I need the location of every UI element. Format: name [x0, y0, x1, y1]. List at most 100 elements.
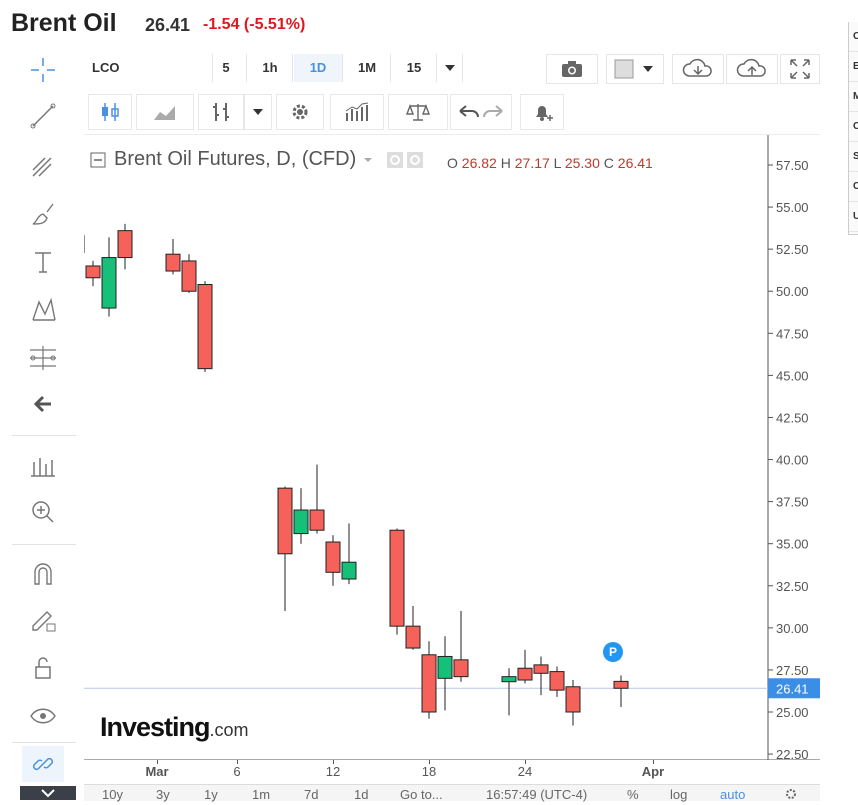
color-picker-button[interactable]: [606, 54, 664, 84]
candle-body: [437, 655, 453, 679]
interval-15[interactable]: 15: [392, 54, 437, 82]
brush-icon[interactable]: [22, 196, 64, 232]
side-table-row[interactable]: S: [849, 142, 858, 172]
x-tick-label: 12: [325, 764, 341, 779]
side-table: C E M C S C U: [848, 22, 858, 235]
trend-line-icon[interactable]: [22, 98, 64, 134]
undo-redo-group: [450, 94, 512, 130]
candle-body: [293, 509, 309, 535]
side-table-row[interactable]: M: [849, 82, 858, 112]
zoom-in-icon[interactable]: [22, 494, 64, 530]
compare-scale-icon[interactable]: [388, 94, 448, 130]
arrow-left-icon[interactable]: [22, 386, 64, 422]
camera-icon[interactable]: [546, 54, 598, 84]
measure-icon[interactable]: [22, 340, 64, 376]
cloud-download-icon[interactable]: [672, 54, 724, 84]
side-table-row[interactable]: C: [849, 172, 858, 202]
candle-body: [101, 257, 117, 309]
open-value: 26.82: [461, 155, 497, 171]
indicators-icon[interactable]: [330, 94, 384, 130]
drawing-toolbar: [0, 50, 84, 800]
candlestick-chart[interactable]: 22.50 25.00 27.50 30.00 32.50 35.00 37.50 40.00…: [53, 135, 820, 762]
eye-icon[interactable]: [22, 698, 64, 734]
x-tick-label: 18: [421, 764, 437, 779]
y-tick-label: 40.00: [776, 453, 809, 468]
fibonacci-icon[interactable]: [22, 148, 64, 184]
candle-body: [197, 283, 213, 370]
logo-main: Investing: [100, 712, 211, 742]
interval-1h[interactable]: 1h: [248, 54, 293, 82]
side-table-row[interactable]: C: [849, 22, 858, 52]
x-tick-label: 24: [517, 764, 533, 779]
open-label: O: [447, 155, 458, 171]
quote-header: Brent Oil 26.41 -1.54 (-5.51%): [0, 0, 858, 50]
candle-body: [501, 676, 517, 683]
candle-body: [421, 654, 437, 713]
candle-body: [613, 680, 629, 689]
legend-dropdown-icon[interactable]: [362, 155, 374, 165]
investing-logo: Investing.com: [100, 712, 249, 743]
candle-body: [309, 509, 325, 531]
legend-settings-icon[interactable]: [386, 151, 426, 169]
settings-small-icon[interactable]: [784, 787, 798, 804]
interval-5[interactable]: 5: [206, 54, 247, 82]
y-tick-label: 45.00: [776, 368, 809, 383]
interval-1d[interactable]: 1D: [294, 54, 343, 82]
symbol-field[interactable]: LCO: [84, 54, 213, 82]
price-change: -1.54 (-5.51%): [203, 16, 306, 33]
collapse-legend-icon[interactable]: [90, 152, 106, 168]
bars-icon[interactable]: [198, 94, 244, 130]
chart-area[interactable]: 22.50 25.00 27.50 30.00 32.50 35.00 37.50 40.00…: [53, 134, 820, 762]
side-table-row[interactable]: U: [849, 202, 858, 232]
text-icon[interactable]: [22, 244, 64, 280]
crosshair-icon[interactable]: [22, 52, 64, 88]
fullscreen-icon[interactable]: [780, 54, 820, 84]
unlock-icon[interactable]: [22, 650, 64, 686]
time-axis: Mar 6 12 18 24 Apr: [84, 760, 820, 784]
interval-dropdown-icon[interactable]: [438, 54, 463, 82]
candles-icon[interactable]: [88, 94, 132, 130]
candle-body: [453, 659, 469, 678]
candle-body: [165, 253, 181, 272]
candle-body: [565, 686, 581, 713]
close-label: C: [603, 155, 614, 171]
candle-body: [277, 487, 293, 555]
long-position-icon[interactable]: [22, 448, 64, 484]
side-table-row[interactable]: E: [849, 52, 858, 82]
low-value: 25.30: [564, 155, 600, 171]
area-chart-icon[interactable]: [136, 94, 194, 130]
alert-bell-icon[interactable]: [520, 94, 564, 130]
chart-legend: Brent Oil Futures, D, (CFD): [90, 148, 426, 171]
settings-gear-icon[interactable]: [276, 94, 324, 130]
link-icon[interactable]: [22, 746, 64, 782]
magnet-icon[interactable]: [22, 556, 64, 592]
candle-body: [533, 664, 549, 674]
y-tick-label: 32.50: [776, 579, 809, 594]
interval-1m[interactable]: 1M: [344, 54, 391, 82]
y-tick-label: 47.50: [776, 326, 809, 341]
side-table-row[interactable]: C: [849, 112, 858, 142]
pattern-icon[interactable]: [22, 292, 64, 328]
y-tick-label: 50.00: [776, 284, 809, 299]
close-value: 26.41: [617, 155, 653, 171]
y-tick-label: 25.00: [776, 705, 809, 720]
chart-type-dropdown-icon[interactable]: [244, 94, 272, 130]
interval-toolbar: LCO 5 1h 1D 1M 15: [84, 50, 820, 86]
y-tick-label: 52.50: [776, 242, 809, 257]
y-tick-label: 37.50: [776, 495, 809, 510]
cloud-upload-icon[interactable]: [726, 54, 778, 84]
y-tick-label: 42.50: [776, 410, 809, 425]
candle-body: [405, 625, 421, 649]
candle-body: [389, 529, 405, 627]
last-price: 26.41: [145, 15, 191, 35]
x-tick-label: Mar: [145, 764, 169, 779]
lock-drawing-icon[interactable]: [22, 602, 64, 638]
collapse-button[interactable]: [20, 786, 76, 800]
y-tick-label: 57.50: [776, 158, 809, 173]
y-tick-label: 30.00: [776, 621, 809, 636]
event-marker[interactable]: P: [603, 642, 623, 662]
y-tick-label: 22.50: [776, 747, 809, 760]
y-tick-label: 27.50: [776, 663, 809, 678]
x-tick-label: Apr: [641, 764, 665, 779]
candle-body: [181, 260, 197, 292]
